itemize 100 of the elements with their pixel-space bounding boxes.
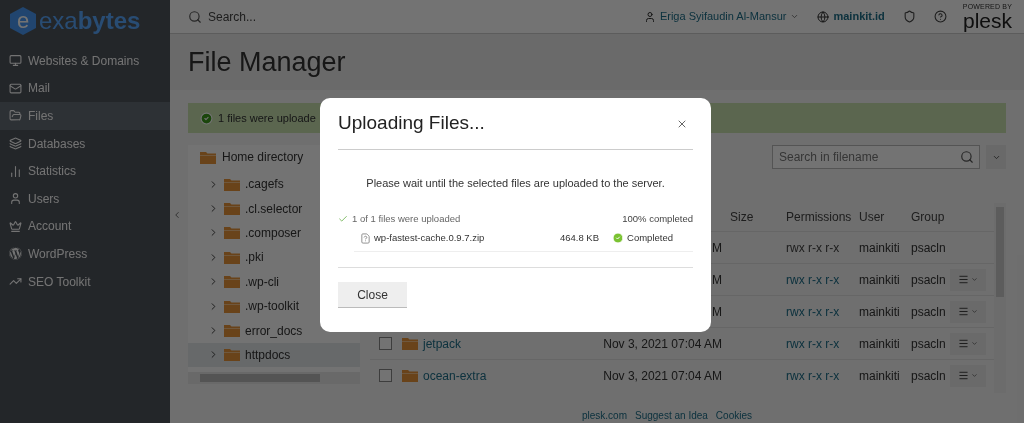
folder-icon <box>224 202 240 216</box>
chevron-icon <box>208 251 219 263</box>
tree-item[interactable]: error_docs <box>188 318 360 343</box>
folder-icon <box>224 226 240 240</box>
row-menu-button[interactable] <box>950 268 986 291</box>
table-cell: mainkiti <box>859 336 900 351</box>
caret-icon <box>971 340 978 347</box>
user-icon <box>9 192 22 206</box>
table-cell: psacln <box>911 368 946 383</box>
table-cell: mainkiti <box>859 272 900 287</box>
folder-icon <box>224 275 240 289</box>
sidebar-item[interactable]: Mail <box>0 74 170 103</box>
check-icon <box>338 213 348 224</box>
caret-icon <box>971 308 978 315</box>
folder-icon <box>402 369 418 382</box>
folder-icon <box>224 348 240 362</box>
permissions-link[interactable]: rwx r-x r-x <box>786 336 840 351</box>
upload-summary: 1 of 1 files were uploaded <box>352 211 461 226</box>
sidebar-item[interactable]: Users <box>0 184 170 213</box>
progress-text: 100% completed <box>622 211 693 226</box>
column-header[interactable]: Group <box>903 208 950 226</box>
caret-icon <box>971 372 978 379</box>
permissions-link[interactable]: rwx r-x r-x <box>786 304 840 319</box>
row-menu-button[interactable] <box>950 332 986 355</box>
sidebar-item[interactable]: Files <box>0 102 170 130</box>
sidebar-item[interactable]: Statistics <box>0 157 170 185</box>
table-cell: psacln <box>911 240 946 255</box>
footer-link[interactable]: Suggest an Idea <box>635 411 708 423</box>
globe-icon <box>817 10 830 23</box>
table-cell: mainkiti <box>859 240 900 255</box>
sidebar-item[interactable]: Websites & Domains <box>0 47 170 75</box>
sidebar-item[interactable]: WordPress <box>0 240 170 268</box>
permissions-link[interactable]: rwx r-x r-x <box>786 272 840 287</box>
caret-icon <box>790 12 800 21</box>
filename-search-field[interactable]: Search in filename <box>772 145 980 169</box>
row-menu-button[interactable] <box>950 300 986 323</box>
bar-chart-icon <box>9 164 22 178</box>
menu-icon <box>958 274 969 285</box>
menu-icon <box>958 306 969 317</box>
folder-link[interactable]: jetpack <box>423 334 462 353</box>
table-cell: psacln <box>911 304 946 319</box>
search-icon <box>188 9 202 24</box>
folder-icon <box>9 109 22 123</box>
row-checkbox[interactable] <box>378 337 392 350</box>
row-menu-button[interactable] <box>950 364 986 387</box>
envelope-icon <box>9 81 22 95</box>
sidebar-item[interactable]: SEO Toolkit <box>0 267 170 296</box>
folder-icon <box>224 324 240 338</box>
table-cell-text: M <box>712 239 722 257</box>
collapse-icon[interactable] <box>172 210 182 220</box>
check-icon <box>200 111 213 125</box>
crown-icon <box>9 219 22 233</box>
folder-icon <box>224 299 240 313</box>
table-cell: mainkiti <box>859 368 900 383</box>
table-cell-text: M <box>712 271 722 289</box>
table-cell-text: M <box>712 303 722 321</box>
folder-icon <box>224 177 240 191</box>
user-icon <box>643 10 656 23</box>
monitor-icon <box>9 54 22 68</box>
dialog-message: Please wait until the selected files are uploaded to the server. <box>365 176 666 191</box>
row-checkbox[interactable] <box>378 369 392 382</box>
dialog-title: Uploading Files... <box>338 111 485 136</box>
column-header[interactable]: User <box>851 208 903 226</box>
footer-link[interactable]: Cookies <box>715 411 752 423</box>
w-logo-icon <box>9 247 22 261</box>
menu-icon <box>958 338 969 349</box>
folder-link[interactable]: ocean-extra <box>423 366 487 385</box>
close-button[interactable]: Close <box>338 282 407 309</box>
folder-icon <box>402 337 418 350</box>
table-cell-text: Nov 3, 2021 07:04 AM <box>603 367 722 385</box>
footer-link[interactable]: plesk.com <box>582 411 627 423</box>
file-status: Completed <box>627 231 673 246</box>
layers-icon <box>9 137 22 151</box>
tree-item[interactable]: httpdocs <box>188 342 360 368</box>
help-icon[interactable] <box>933 10 947 23</box>
folder-icon <box>224 250 240 264</box>
table-cell: psacln <box>911 272 946 287</box>
file-name: wp-fastest-cache.0.9.7.zip <box>374 231 486 246</box>
file-icon <box>360 232 371 244</box>
tree-item[interactable]: .pki <box>188 245 360 270</box>
menu-icon <box>958 370 969 381</box>
horizontal-scrollbar[interactable] <box>188 372 360 384</box>
logo-text: exabytes <box>39 9 141 33</box>
table-cell: psacln <box>911 336 946 351</box>
badge-icon[interactable] <box>902 10 916 23</box>
logo-mark: e <box>10 7 36 35</box>
search-icon <box>960 150 974 164</box>
user-menu[interactable]: Eriga Syifaudin Al-Mansur <box>659 8 787 25</box>
tree-item[interactable]: Home directory <box>188 145 360 169</box>
permissions-link[interactable]: rwx r-x r-x <box>786 368 840 383</box>
column-header[interactable]: Size <box>722 208 778 226</box>
folder-icon <box>200 150 216 164</box>
search-field[interactable]: Search... <box>208 7 408 26</box>
file-size: 464.8 KB <box>559 231 600 246</box>
domain-link[interactable]: mainkit.id <box>833 8 885 25</box>
column-header[interactable]: Permissions <box>778 208 851 226</box>
sidebar-item[interactable]: Databases <box>0 129 170 158</box>
tree-item[interactable]: .cagefs <box>188 172 360 197</box>
sidebar-item[interactable]: Account <box>0 212 170 241</box>
table-cell: mainkiti <box>859 304 900 319</box>
